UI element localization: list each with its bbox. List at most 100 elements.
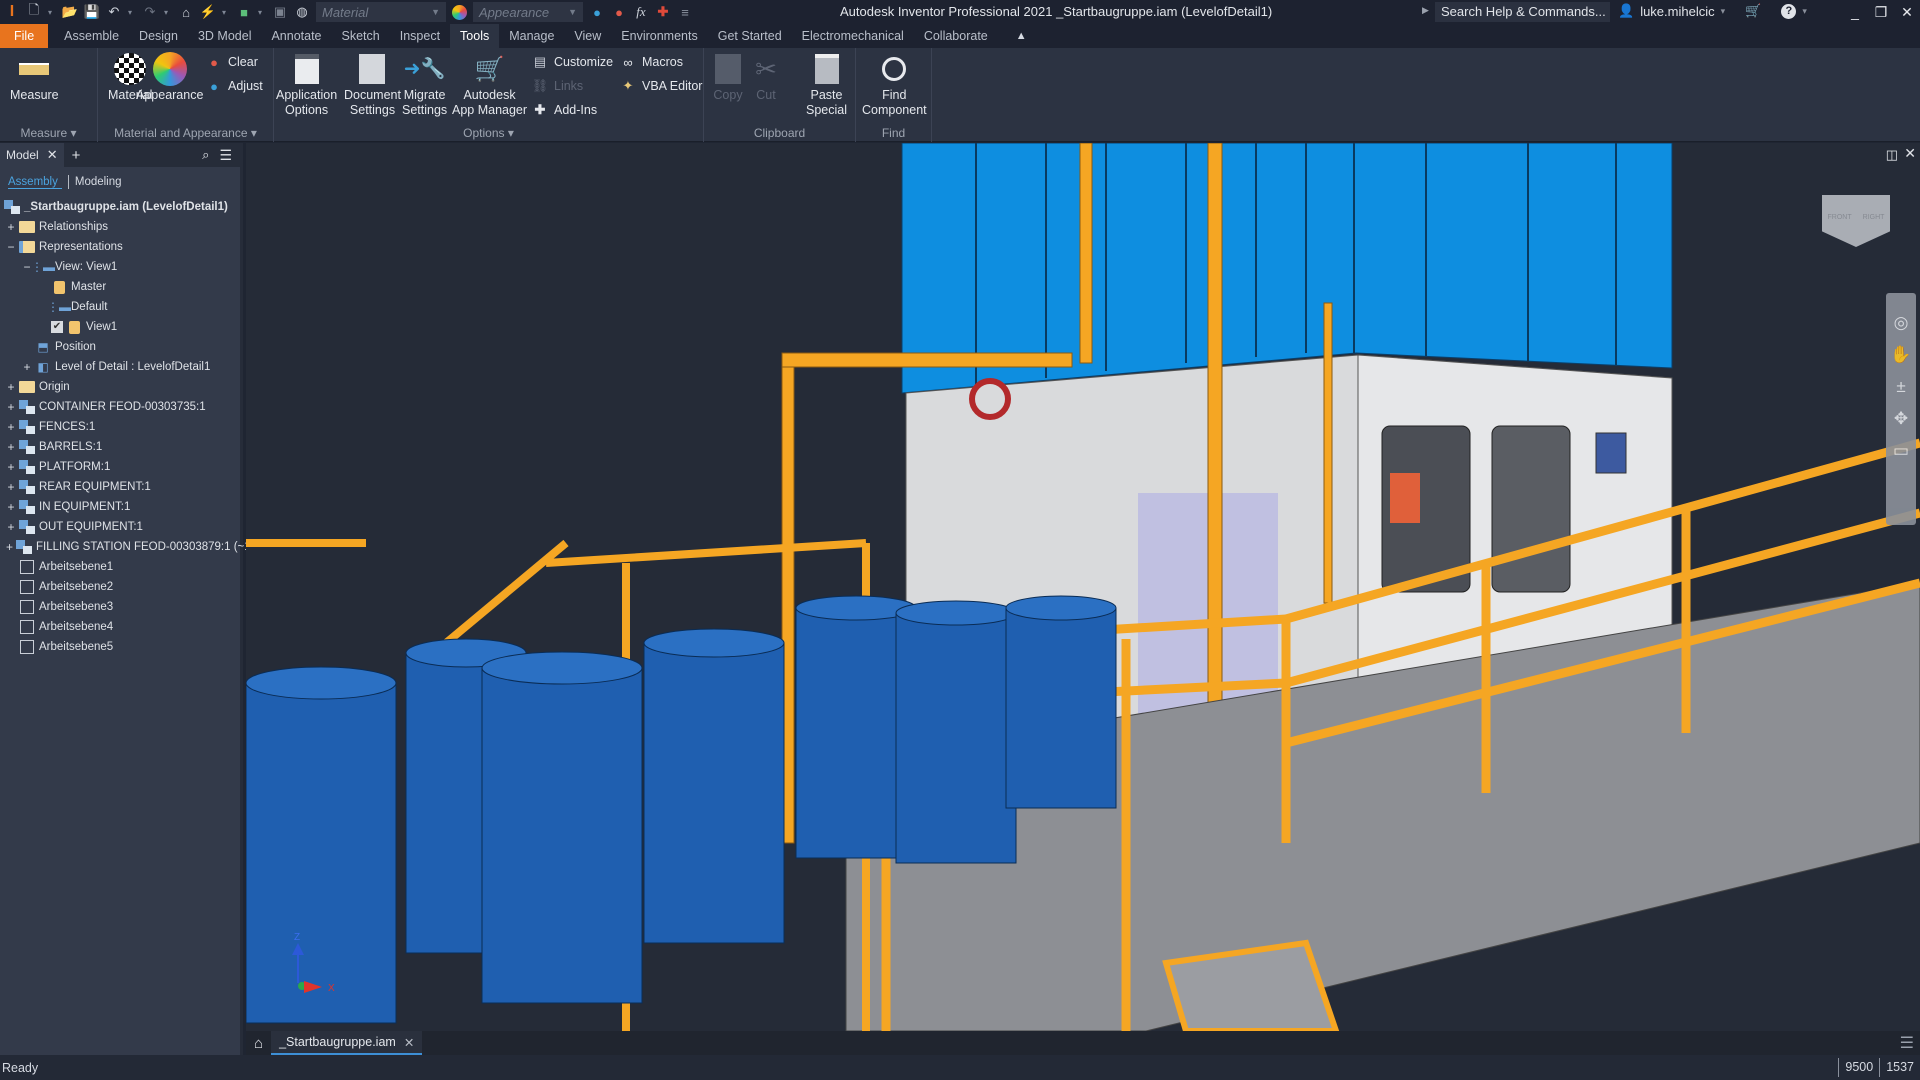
options-panel-label[interactable]: Options ▾ (274, 124, 703, 142)
menu-icon[interactable]: ☰ (219, 147, 232, 164)
tab-collaborate[interactable]: Collaborate (914, 24, 998, 48)
minimize-button[interactable]: _ (1842, 0, 1868, 24)
viewcube-right-face[interactable]: RIGHT (1863, 214, 1885, 221)
customize-qat-icon[interactable]: ≡ (677, 4, 693, 20)
appearance-button[interactable]: Appearance (136, 52, 203, 103)
open-icon[interactable]: 📂 (62, 4, 78, 20)
home-icon[interactable]: ⌂ (246, 1035, 271, 1052)
update-icon[interactable]: ⚡ (200, 4, 216, 20)
tree-node[interactable]: Master (0, 277, 240, 297)
undo-icon[interactable]: ↶ (106, 4, 122, 20)
tree-node[interactable]: + FENCES:1 (0, 417, 240, 437)
cart-icon[interactable]: 🛒 (1745, 3, 1761, 19)
help-search-input[interactable]: Search Help & Commands... (1435, 2, 1610, 22)
redo-icon[interactable]: ↷ (142, 4, 158, 20)
tree-node[interactable]: + FILLING STATION FEOD-00303879:1 (~1) (0, 537, 255, 557)
update-dropdown-icon[interactable]: ▾ (222, 8, 230, 17)
tree-node[interactable]: Arbeitsebene4 (0, 617, 240, 637)
tree-node[interactable]: + IN EQUIPMENT:1 (0, 497, 240, 517)
copy-button[interactable]: Copy (710, 52, 746, 103)
material-select[interactable]: Material ▼ (316, 2, 446, 22)
look-at-icon[interactable]: ▭ (1893, 441, 1909, 461)
tab-manage[interactable]: Manage (499, 24, 564, 48)
expand-icon[interactable]: + (6, 480, 16, 494)
zoom-icon[interactable]: ± (1896, 377, 1905, 397)
expand-icon[interactable]: + (6, 520, 16, 534)
paste-special-button[interactable]: Paste Special (806, 52, 847, 118)
expand-icon[interactable]: + (6, 460, 16, 474)
home-icon[interactable]: ⌂ (178, 4, 194, 20)
tab-inspect[interactable]: Inspect (390, 24, 450, 48)
tree-node[interactable]: + ◧ Level of Detail : LevelofDetail1 (0, 357, 240, 377)
add-ins-button[interactable]: ✚ Add-Ins (532, 102, 598, 118)
new-icon[interactable]: 🗋 (26, 2, 42, 20)
tree-node[interactable]: ⋮▬ Default (0, 297, 240, 317)
tree-node[interactable]: − Representations (0, 237, 240, 257)
tab-electromechanical[interactable]: Electromechanical (792, 24, 914, 48)
close-button[interactable]: ✕ (1894, 0, 1920, 24)
tree-root[interactable]: _Startbaugruppe.iam (LevelofDetail1) (0, 197, 240, 217)
save-icon[interactable]: 💾 (84, 4, 100, 20)
parameters-icon[interactable]: fx (633, 4, 649, 20)
close-view-icon[interactable]: ✕ (1904, 145, 1916, 162)
application-options-button[interactable]: Application Options (276, 52, 337, 118)
add-icon[interactable]: ✚ (655, 4, 671, 20)
adjust-appearance-button[interactable]: ● Adjust (206, 78, 263, 94)
close-icon[interactable]: ✕ (404, 1035, 414, 1050)
clear-appearance-icon[interactable]: ● (611, 4, 627, 20)
redo-dropdown-icon[interactable]: ▾ (164, 8, 172, 17)
measure-button[interactable]: Measure (10, 52, 59, 103)
cut-button[interactable]: ✂ Cut (748, 52, 784, 103)
properties-icon[interactable]: ▣ (272, 4, 288, 20)
expand-icon[interactable]: + (6, 540, 13, 554)
help-icon[interactable]: ? (1781, 3, 1797, 19)
tree-node[interactable]: + PLATFORM:1 (0, 457, 240, 477)
tree-node[interactable]: + Origin (0, 377, 240, 397)
viewcube-front-face[interactable]: FRONT (1828, 214, 1852, 221)
customize-button[interactable]: ▤ Customize (532, 54, 613, 70)
select-dropdown-icon[interactable]: ▾ (258, 8, 266, 17)
measure-panel-label[interactable]: Measure ▾ (0, 124, 97, 142)
subtab-assembly[interactable]: Assembly (8, 176, 62, 189)
material-panel-label[interactable]: Material and Appearance ▾ (98, 124, 273, 142)
expand-icon[interactable]: + (6, 500, 16, 514)
tree-node[interactable]: + Relationships (0, 217, 240, 237)
clear-appearance-button[interactable]: ● Clear (206, 54, 258, 70)
tab-tools[interactable]: Tools (450, 24, 500, 48)
tree-node[interactable]: + REAR EQUIPMENT:1 (0, 477, 240, 497)
tree-node[interactable]: Arbeitsebene2 (0, 577, 240, 597)
find-component-button[interactable]: Find Component (862, 52, 927, 118)
tab-annotate[interactable]: Annotate (261, 24, 331, 48)
tree-node[interactable]: ✔ View1 (0, 317, 240, 337)
tab-environments[interactable]: Environments (611, 24, 707, 48)
migrate-settings-button[interactable]: ➜ 🔧 Migrate Settings (402, 52, 447, 118)
tree-node[interactable]: − ⋮▬ View: View1 (0, 257, 240, 277)
tab-view[interactable]: View (564, 24, 611, 48)
search-icon[interactable]: ⌕ (202, 147, 209, 163)
collaborate-toggle-icon[interactable]: ▲ (1016, 30, 1027, 42)
undo-dropdown-icon[interactable]: ▾ (128, 8, 136, 17)
tree-node[interactable]: ⬒ Position (0, 337, 240, 357)
expand-icon[interactable]: + (22, 360, 32, 374)
expand-icon[interactable]: + (6, 400, 16, 414)
subtab-modeling[interactable]: Modeling (75, 176, 122, 188)
new-dropdown-icon[interactable]: ▾ (48, 8, 56, 17)
tab-3d-model[interactable]: 3D Model (188, 24, 262, 48)
browser-tab-model[interactable]: Model ✕ (0, 143, 64, 167)
tree-node[interactable]: + CONTAINER FEOD-00303735:1 (0, 397, 240, 417)
inventor-logo-icon[interactable]: I (4, 3, 20, 20)
app-manager-button[interactable]: 🛒 Autodesk App Manager (452, 52, 527, 118)
tab-design[interactable]: Design (129, 24, 188, 48)
pan-icon[interactable]: ✋ (1890, 345, 1911, 365)
tree-node[interactable]: Arbeitsebene5 (0, 637, 240, 657)
graphics-viewport[interactable]: Z X ◫ ✕ FRONT RIGHT ◎ ✋ ± ✥ ▭ (246, 143, 1920, 1031)
tree-node[interactable]: + OUT EQUIPMENT:1 (0, 517, 240, 537)
tab-get-started[interactable]: Get Started (708, 24, 792, 48)
expand-icon[interactable]: + (6, 220, 16, 234)
checkbox-icon[interactable]: ✔ (51, 321, 63, 333)
links-button[interactable]: ⛓ Links (532, 78, 583, 94)
steering-wheel-icon[interactable]: ◎ (1894, 313, 1909, 333)
document-tab[interactable]: _Startbaugruppe.iam ✕ (271, 1031, 423, 1055)
close-icon[interactable]: ✕ (47, 147, 58, 163)
select-icon[interactable]: ■ (236, 4, 252, 20)
